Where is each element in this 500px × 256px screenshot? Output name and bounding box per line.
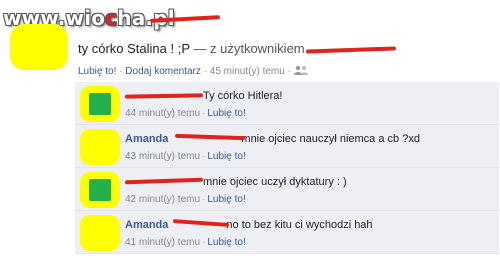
like-link[interactable]: Lubię to! (207, 151, 245, 162)
comment-text: mnie ojciec uczył dyktatury : ) (203, 176, 347, 188)
comment-timestamp[interactable]: 41 minut(y) temu (125, 237, 200, 248)
avatar-picture (89, 93, 111, 115)
avatar-picture (89, 179, 111, 201)
like-link[interactable]: Lubię to! (207, 237, 245, 248)
comment-meta: 41 minut(y) temu · Lubię to! (125, 237, 246, 248)
redaction-mark (305, 46, 397, 54)
separator: · (202, 194, 206, 205)
comment-text: no to bez kitu ci wychodzi hah (226, 219, 373, 231)
comment-text: mnie ojciec nauczył niemca a cb ?xd (241, 133, 420, 145)
post-meta: Lubię to! · Dodaj komentarz · 45 minut(y… (78, 65, 308, 78)
commenter-avatar[interactable] (80, 215, 120, 251)
comment-item: Ty córko Hitlera! 44 minut(y) temu · Lubię… (75, 82, 499, 125)
comment-item: Amanda no to bez kitu ci wychodzi hah 41 … (75, 211, 499, 254)
post-tagged-via: — z użytkownikiem (189, 41, 305, 56)
separator: · (203, 66, 207, 78)
commenter-avatar[interactable] (80, 129, 120, 165)
author-name[interactable]: Amanda (125, 133, 168, 145)
comment-timestamp[interactable]: 42 minut(y) temu (125, 194, 200, 205)
separator: · (202, 237, 206, 248)
separator: · (287, 66, 291, 78)
like-link[interactable]: Lubię to! (207, 108, 245, 119)
comment-body: Amanda no to bez kitu ci wychodzi hah (125, 219, 373, 231)
separator: · (119, 66, 123, 78)
post-body: ty córko Stalina ! ;P — z użytkownikiem (78, 41, 305, 56)
post-author-avatar[interactable] (10, 24, 68, 70)
author-name[interactable]: Amanda (125, 219, 168, 231)
separator: · (202, 108, 206, 119)
comment-meta: 43 minut(y) temu · Lubię to! (125, 151, 246, 162)
comment-text: Ty córko Hitlera! (203, 90, 283, 102)
comment-body: Amanda mnie ojciec nauczył niemca a cb ?x… (125, 133, 420, 145)
friends-icon[interactable] (293, 65, 308, 78)
post-text: ty córko Stalina ! ;P (78, 41, 190, 56)
comment-item: mnie ojciec uczył dyktatury : ) 42 minut… (75, 168, 499, 211)
separator: · (202, 151, 206, 162)
commenter-avatar[interactable] (80, 172, 120, 208)
like-link[interactable]: Lubię to! (207, 194, 245, 205)
comment-timestamp[interactable]: 44 minut(y) temu (125, 108, 200, 119)
watermark-dot: c (105, 6, 118, 30)
like-link[interactable]: Lubię to! (78, 66, 116, 77)
comment-meta: 42 minut(y) temu · Lubię to! (125, 194, 246, 205)
comment-meta: 44 minut(y) temu · Lubię to! (125, 108, 246, 119)
comment-timestamp[interactable]: 43 minut(y) temu (125, 151, 200, 162)
add-comment-link[interactable]: Dodaj komentarz (125, 66, 201, 77)
comment-item: Amanda mnie ojciec nauczył niemca a cb ?x… (75, 125, 499, 168)
post-timestamp[interactable]: 45 minut(y) temu (210, 66, 285, 77)
commenter-avatar[interactable] (80, 86, 120, 122)
comments-list: Ty córko Hitlera! 44 minut(y) temu · Lubię… (75, 82, 499, 256)
